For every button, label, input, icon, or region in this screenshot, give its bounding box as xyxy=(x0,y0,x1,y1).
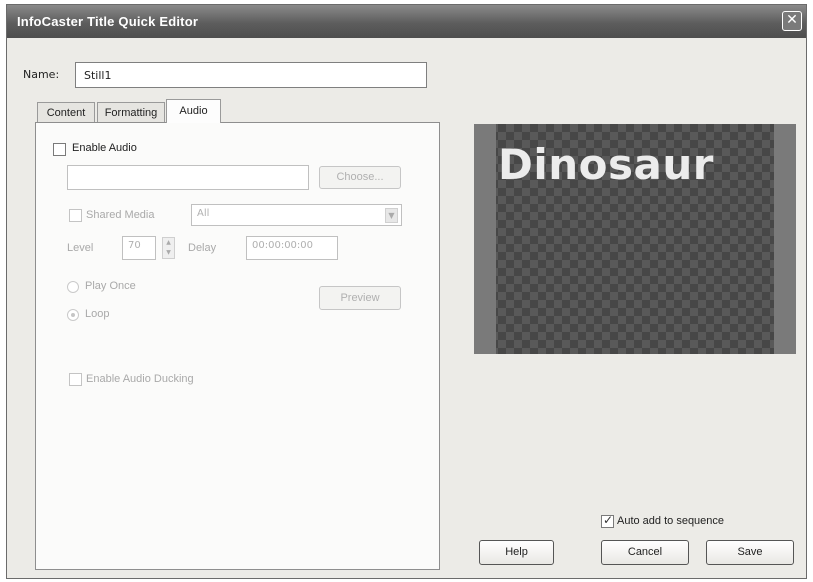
preview-title-text: Dinosaur xyxy=(498,140,714,189)
chevron-down-icon: ▼ xyxy=(385,208,398,223)
auto-add-label: Auto add to sequence xyxy=(617,515,725,527)
audio-file-field[interactable] xyxy=(67,165,309,190)
audio-tab-panel: Enable Audio Choose... Shared Media All … xyxy=(35,122,440,570)
preview-safe-margin-left xyxy=(474,124,496,354)
window-title: InfoCaster Title Quick Editor xyxy=(17,14,199,29)
level-stepper[interactable]: ▲ ▼ xyxy=(162,237,175,259)
choose-button[interactable]: Choose... xyxy=(319,166,401,189)
play-once-radio[interactable] xyxy=(67,281,79,293)
preview-button[interactable]: Preview xyxy=(319,286,401,310)
loop-label: Loop xyxy=(85,308,110,320)
tab-formatting[interactable]: Formatting xyxy=(97,102,165,122)
shared-media-value: All xyxy=(197,208,210,219)
play-once-label: Play Once xyxy=(85,280,136,292)
enable-audio-label: Enable Audio xyxy=(72,142,137,154)
save-button[interactable]: Save xyxy=(706,540,794,565)
audio-ducking-label: Enable Audio Ducking xyxy=(86,373,194,385)
tab-content[interactable]: Content xyxy=(37,102,95,122)
preview-safe-margin-right xyxy=(774,124,796,354)
loop-radio[interactable] xyxy=(67,309,79,321)
name-input[interactable]: Still1 xyxy=(75,62,427,88)
tab-audio[interactable]: Audio xyxy=(166,99,221,123)
help-button[interactable]: Help xyxy=(479,540,554,565)
radio-selected-dot xyxy=(71,313,75,317)
name-label: Name: xyxy=(23,68,60,81)
title-bar[interactable]: InfoCaster Title Quick Editor ✕ xyxy=(7,5,806,38)
delay-field[interactable]: 00:00:00:00 xyxy=(246,236,338,260)
delay-label: Delay xyxy=(188,242,217,254)
arrow-down-icon[interactable]: ▼ xyxy=(163,248,174,258)
auto-add-checkbox[interactable]: ✓ xyxy=(601,513,614,528)
shared-media-dropdown[interactable]: All ▼ xyxy=(191,204,402,226)
enable-audio-checkbox[interactable] xyxy=(53,143,66,156)
level-field[interactable]: 70 xyxy=(122,236,156,260)
arrow-up-icon[interactable]: ▲ xyxy=(163,238,174,248)
shared-media-checkbox[interactable] xyxy=(69,209,82,222)
checkmark-icon: ✓ xyxy=(603,513,614,527)
cancel-button[interactable]: Cancel xyxy=(601,540,689,565)
title-preview: Dinosaur xyxy=(474,124,796,354)
quick-editor-window: InfoCaster Title Quick Editor ✕ Name: St… xyxy=(6,4,807,579)
close-button[interactable]: ✕ xyxy=(782,11,802,31)
close-icon: ✕ xyxy=(786,12,798,28)
audio-ducking-checkbox[interactable] xyxy=(69,373,82,386)
shared-media-label: Shared Media xyxy=(86,209,155,221)
level-label: Level xyxy=(67,242,94,254)
